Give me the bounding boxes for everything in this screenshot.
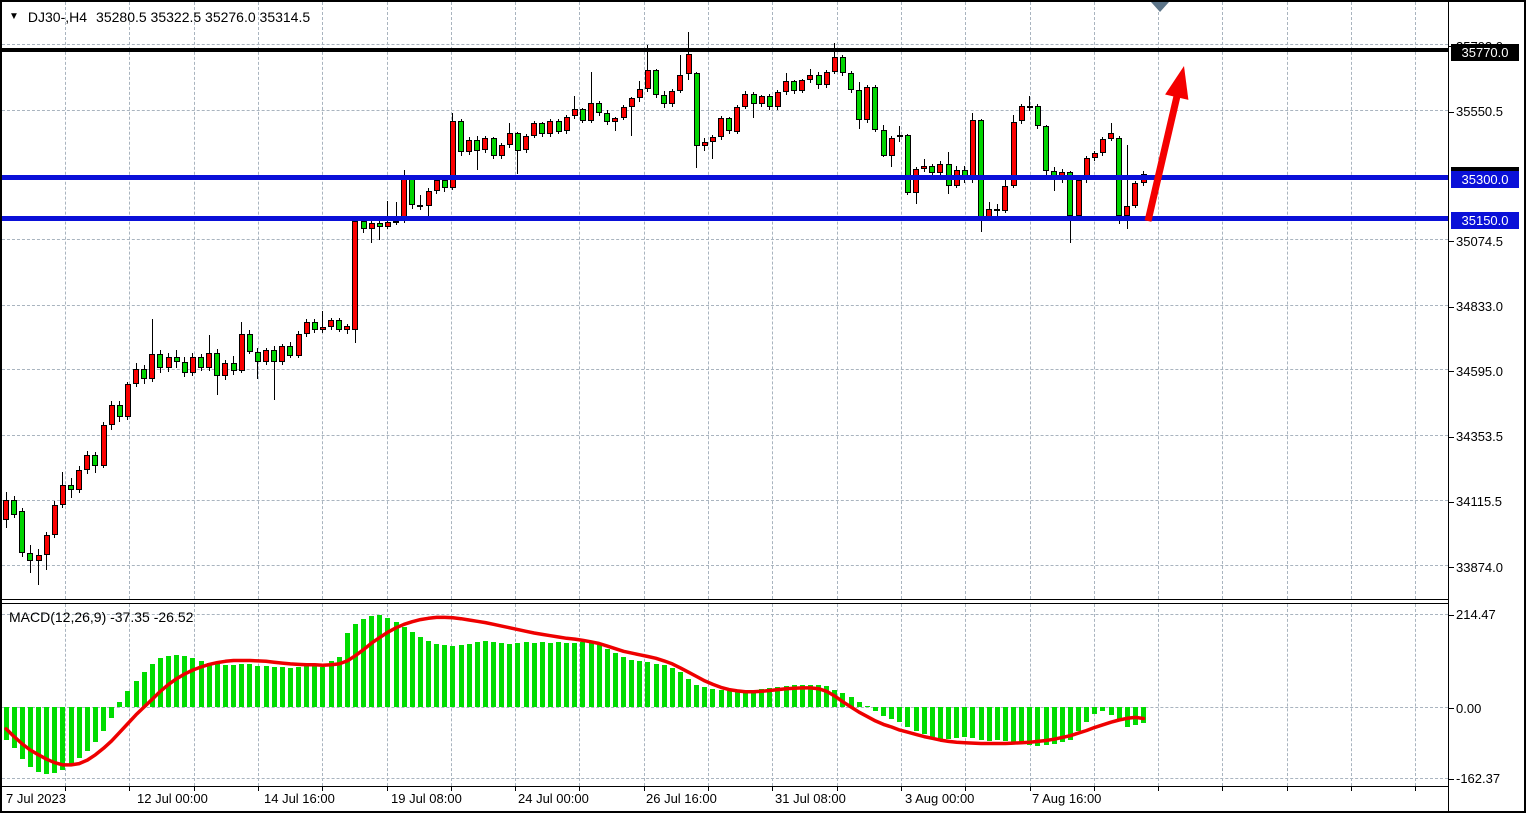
price-badge-35150-0: 35150.0 [1451, 212, 1519, 229]
price-axis-label: 35074.5 [1456, 234, 1503, 249]
time-axis-label: 26 Jul 16:00 [646, 791, 717, 806]
price-axis-label: 33874.0 [1456, 560, 1503, 575]
price-axis-tick [1449, 437, 1454, 438]
time-axis-label: 31 Jul 08:00 [775, 791, 846, 806]
time-axis-tick [644, 787, 645, 791]
macd-indicator-label: MACD(12,26,9) -37.35 -26.52 [9, 609, 193, 625]
macd-axis-tick [1449, 615, 1454, 616]
macd-signal-line [2, 604, 1448, 786]
macd-indicator-area[interactable]: MACD(12,26,9) -37.35 -26.52 [2, 603, 1448, 787]
macd-axis-tick [1449, 708, 1454, 709]
time-axis-label: 24 Jul 00:00 [518, 791, 589, 806]
time-axis-tick [129, 787, 130, 791]
trading-chart-window: ▼ DJ30-,H4 35280.5 35322.5 35276.0 35314… [0, 0, 1526, 813]
chart-symbol-period: DJ30-,H4 [28, 9, 87, 25]
chart-ohlc-values: 35280.5 35322.5 35276.0 35314.5 [96, 9, 310, 25]
time-axis-tick [387, 787, 388, 791]
chart-shift-marker-icon[interactable] [1151, 2, 1169, 12]
time-axis-tick [1415, 787, 1416, 791]
time-axis-label: 19 Jul 08:00 [391, 791, 462, 806]
price-axis-tick [1449, 567, 1454, 568]
price-axis-label: 34353.5 [1456, 429, 1503, 444]
macd-axis-label: 0.00 [1456, 701, 1481, 716]
time-axis-label: 14 Jul 16:00 [264, 791, 335, 806]
macd-axis-label: -162.37 [1456, 771, 1500, 786]
time-axis-tick [1030, 787, 1031, 791]
symbol-dropdown-icon[interactable]: ▼ [9, 10, 19, 24]
price-axis[interactable]: 35792.035550.535074.534833.034595.034353… [1448, 2, 1524, 811]
time-axis-tick [515, 787, 516, 791]
time-axis-label: 3 Aug 00:00 [905, 791, 974, 806]
time-axis-tick [901, 787, 902, 791]
time-axis-tick [258, 787, 259, 791]
time-axis-tick [1287, 787, 1288, 791]
macd-axis-label: 214.47 [1456, 607, 1496, 622]
price-axis-label: 34595.0 [1456, 364, 1503, 379]
time-axis-tick [1222, 787, 1223, 791]
main-chart-area[interactable]: ▼ DJ30-,H4 35280.5 35322.5 35276.0 35314… [2, 2, 1448, 600]
time-axis-tick [1158, 787, 1159, 791]
price-badge-35770-0: 35770.0 [1451, 44, 1519, 61]
trend-arrow-icon[interactable] [2, 2, 1448, 600]
price-axis-label: 34115.5 [1456, 494, 1502, 509]
price-axis-label: 34833.0 [1456, 299, 1503, 314]
time-axis[interactable]: 7 Jul 2023 12 Jul 00:00 14 Jul 16:00 19 Jul… [2, 787, 1448, 811]
price-axis-tick [1449, 241, 1454, 242]
time-axis-label: 7 Aug 16:00 [1032, 791, 1101, 806]
price-badge-35300-0: 35300.0 [1451, 171, 1519, 188]
time-axis-tick [1351, 787, 1352, 791]
price-axis-tick [1449, 112, 1454, 113]
time-axis-tick [772, 787, 773, 791]
price-axis-label: 35550.5 [1456, 104, 1503, 119]
chart-title: ▼ DJ30-,H4 35280.5 35322.5 35276.0 35314… [9, 9, 310, 25]
macd-axis-tick [1449, 779, 1454, 780]
time-axis-label: 7 Jul 2023 [6, 791, 66, 806]
price-axis-tick [1449, 502, 1454, 503]
price-axis-tick [1449, 371, 1454, 372]
price-axis-tick [1449, 307, 1454, 308]
time-axis-label: 12 Jul 00:00 [137, 791, 208, 806]
